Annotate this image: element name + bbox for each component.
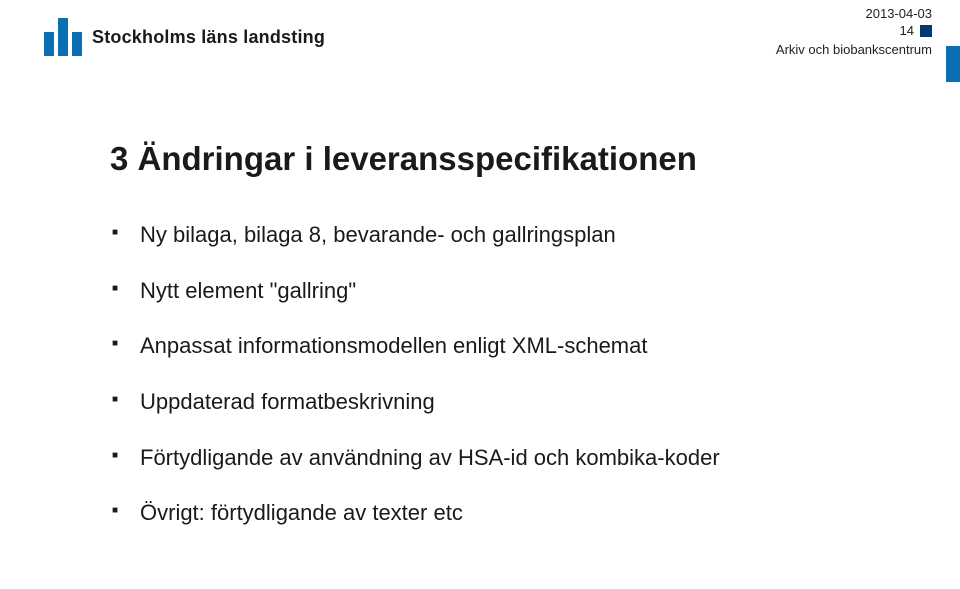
slide-header: Stockholms läns landsting 2013-04-03 14 … — [0, 0, 960, 80]
org-name: Stockholms läns landsting — [92, 27, 325, 48]
slide-date: 2013-04-03 — [776, 6, 932, 21]
list-item: Övrigt: förtydligande av texter etc — [110, 498, 870, 528]
page-marker-icon — [920, 25, 932, 37]
logo-area: Stockholms läns landsting — [44, 18, 325, 56]
accent-bar — [946, 46, 960, 82]
list-item: Förtydligande av användning av HSA-id oc… — [110, 443, 870, 473]
list-item: Uppdaterad formatbeskrivning — [110, 387, 870, 417]
page-number-row: 14 — [776, 23, 932, 38]
sll-logo-icon — [44, 18, 82, 56]
list-item: Nytt element "gallring" — [110, 276, 870, 306]
bullet-list: Ny bilaga, bilaga 8, bevarande- och gall… — [110, 220, 870, 528]
list-item: Anpassat informationsmodellen enligt XML… — [110, 331, 870, 361]
header-subtitle: Arkiv och biobankscentrum — [776, 42, 932, 57]
slide-content: 3 Ändringar i leveransspecifikationen Ny… — [0, 80, 960, 528]
header-meta: 2013-04-03 14 Arkiv och biobankscentrum — [776, 6, 932, 57]
slide-title: 3 Ändringar i leveransspecifikationen — [110, 140, 870, 178]
list-item: Ny bilaga, bilaga 8, bevarande- och gall… — [110, 220, 870, 250]
page-number: 14 — [900, 23, 914, 38]
